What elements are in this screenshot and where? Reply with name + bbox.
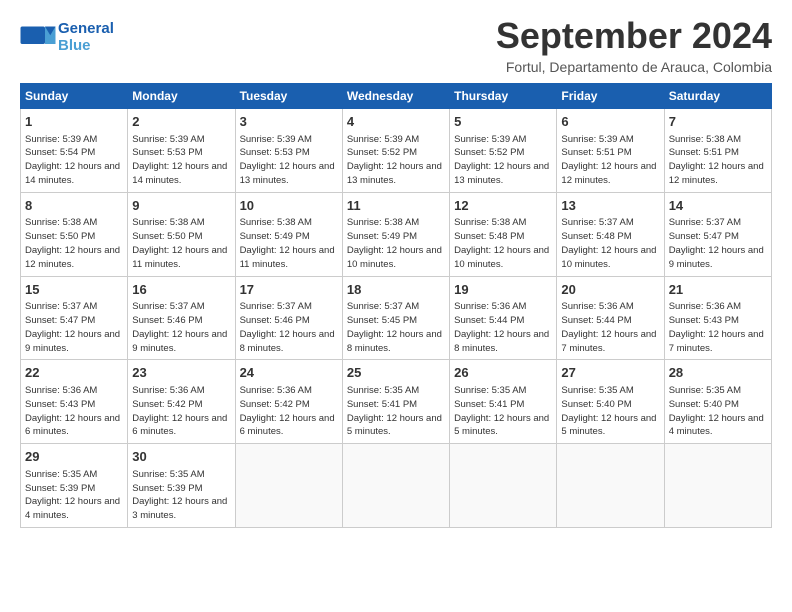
calendar-cell-1-1: 9Sunrise: 5:38 AMSunset: 5:50 PMDaylight… xyxy=(128,192,235,276)
header: General Blue September 2024 Fortul, Depa… xyxy=(20,15,772,75)
calendar-cell-1-4: 12Sunrise: 5:38 AMSunset: 5:48 PMDayligh… xyxy=(450,192,557,276)
weekday-header-row: Sunday Monday Tuesday Wednesday Thursday… xyxy=(21,84,772,109)
calendar-cell-0-0: 1Sunrise: 5:39 AMSunset: 5:54 PMDaylight… xyxy=(21,109,128,193)
calendar-cell-3-5: 27Sunrise: 5:35 AMSunset: 5:40 PMDayligh… xyxy=(557,360,664,444)
header-tuesday: Tuesday xyxy=(235,84,342,109)
header-saturday: Saturday xyxy=(664,84,771,109)
week-row-2: 8Sunrise: 5:38 AMSunset: 5:50 PMDaylight… xyxy=(21,192,772,276)
page-container: General Blue September 2024 Fortul, Depa… xyxy=(0,0,792,538)
calendar-cell-0-2: 3Sunrise: 5:39 AMSunset: 5:53 PMDaylight… xyxy=(235,109,342,193)
calendar-cell-4-2 xyxy=(235,444,342,528)
calendar-cell-1-0: 8Sunrise: 5:38 AMSunset: 5:50 PMDaylight… xyxy=(21,192,128,276)
header-wednesday: Wednesday xyxy=(342,84,449,109)
calendar-cell-4-5 xyxy=(557,444,664,528)
calendar-cell-3-2: 24Sunrise: 5:36 AMSunset: 5:42 PMDayligh… xyxy=(235,360,342,444)
calendar-cell-3-4: 26Sunrise: 5:35 AMSunset: 5:41 PMDayligh… xyxy=(450,360,557,444)
calendar-cell-4-6 xyxy=(664,444,771,528)
calendar-cell-4-1: 30Sunrise: 5:35 AMSunset: 5:39 PMDayligh… xyxy=(128,444,235,528)
calendar-cell-2-3: 18Sunrise: 5:37 AMSunset: 5:45 PMDayligh… xyxy=(342,276,449,360)
calendar-cell-1-2: 10Sunrise: 5:38 AMSunset: 5:49 PMDayligh… xyxy=(235,192,342,276)
calendar-cell-2-1: 16Sunrise: 5:37 AMSunset: 5:46 PMDayligh… xyxy=(128,276,235,360)
calendar-cell-0-3: 4Sunrise: 5:39 AMSunset: 5:52 PMDaylight… xyxy=(342,109,449,193)
calendar-cell-3-0: 22Sunrise: 5:36 AMSunset: 5:43 PMDayligh… xyxy=(21,360,128,444)
calendar-table: Sunday Monday Tuesday Wednesday Thursday… xyxy=(20,83,772,528)
location: Fortul, Departamento de Arauca, Colombia xyxy=(496,59,772,75)
calendar-cell-4-0: 29Sunrise: 5:35 AMSunset: 5:39 PMDayligh… xyxy=(21,444,128,528)
calendar-cell-0-1: 2Sunrise: 5:39 AMSunset: 5:53 PMDaylight… xyxy=(128,109,235,193)
calendar-cell-3-6: 28Sunrise: 5:35 AMSunset: 5:40 PMDayligh… xyxy=(664,360,771,444)
calendar-cell-1-5: 13Sunrise: 5:37 AMSunset: 5:48 PMDayligh… xyxy=(557,192,664,276)
calendar-cell-2-5: 20Sunrise: 5:36 AMSunset: 5:44 PMDayligh… xyxy=(557,276,664,360)
calendar-cell-4-3 xyxy=(342,444,449,528)
week-row-3: 15Sunrise: 5:37 AMSunset: 5:47 PMDayligh… xyxy=(21,276,772,360)
calendar-cell-1-3: 11Sunrise: 5:38 AMSunset: 5:49 PMDayligh… xyxy=(342,192,449,276)
calendar-cell-1-6: 14Sunrise: 5:37 AMSunset: 5:47 PMDayligh… xyxy=(664,192,771,276)
calendar-cell-2-0: 15Sunrise: 5:37 AMSunset: 5:47 PMDayligh… xyxy=(21,276,128,360)
calendar-cell-4-4 xyxy=(450,444,557,528)
logo-text: General Blue xyxy=(58,20,114,54)
logo-icon xyxy=(20,23,56,51)
header-monday: Monday xyxy=(128,84,235,109)
title-area: September 2024 Fortul, Departamento de A… xyxy=(496,15,772,75)
week-row-1: 1Sunrise: 5:39 AMSunset: 5:54 PMDaylight… xyxy=(21,109,772,193)
month-title: September 2024 xyxy=(496,15,772,57)
calendar-cell-0-4: 5Sunrise: 5:39 AMSunset: 5:52 PMDaylight… xyxy=(450,109,557,193)
calendar-cell-3-1: 23Sunrise: 5:36 AMSunset: 5:42 PMDayligh… xyxy=(128,360,235,444)
calendar-cell-2-4: 19Sunrise: 5:36 AMSunset: 5:44 PMDayligh… xyxy=(450,276,557,360)
calendar-cell-3-3: 25Sunrise: 5:35 AMSunset: 5:41 PMDayligh… xyxy=(342,360,449,444)
calendar-cell-0-6: 7Sunrise: 5:38 AMSunset: 5:51 PMDaylight… xyxy=(664,109,771,193)
week-row-4: 22Sunrise: 5:36 AMSunset: 5:43 PMDayligh… xyxy=(21,360,772,444)
header-thursday: Thursday xyxy=(450,84,557,109)
calendar-cell-2-6: 21Sunrise: 5:36 AMSunset: 5:43 PMDayligh… xyxy=(664,276,771,360)
logo: General Blue xyxy=(20,20,114,54)
header-friday: Friday xyxy=(557,84,664,109)
header-sunday: Sunday xyxy=(21,84,128,109)
calendar-cell-0-5: 6Sunrise: 5:39 AMSunset: 5:51 PMDaylight… xyxy=(557,109,664,193)
week-row-5: 29Sunrise: 5:35 AMSunset: 5:39 PMDayligh… xyxy=(21,444,772,528)
calendar-cell-2-2: 17Sunrise: 5:37 AMSunset: 5:46 PMDayligh… xyxy=(235,276,342,360)
